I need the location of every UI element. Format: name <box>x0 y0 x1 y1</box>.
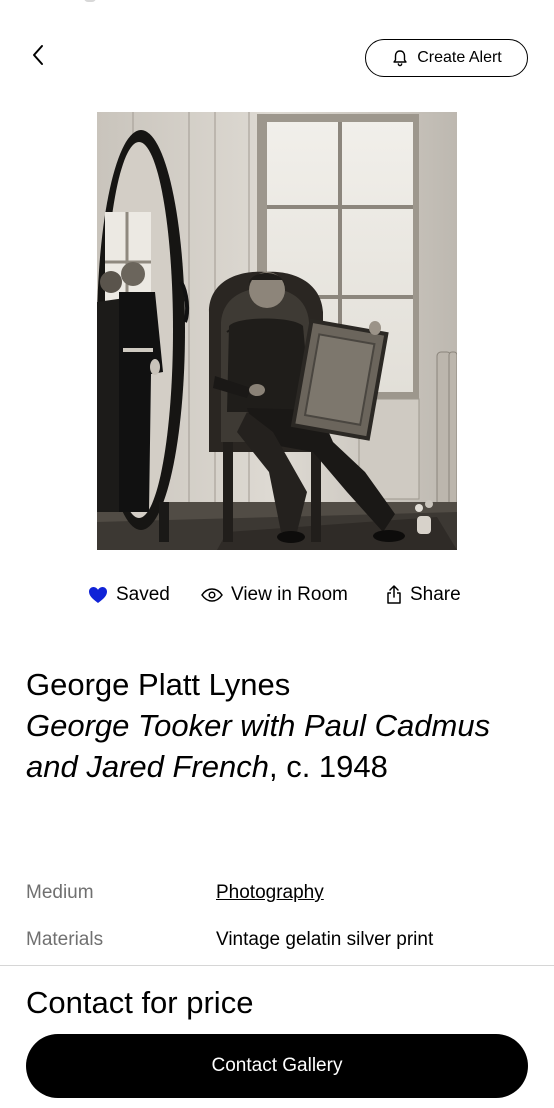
saved-label: Saved <box>116 584 170 605</box>
contact-gallery-label: Contact Gallery <box>211 1055 343 1076</box>
create-alert-label: Create Alert <box>417 49 502 66</box>
bell-icon <box>391 49 409 67</box>
price-text: Contact for price <box>26 985 254 1020</box>
saved-button[interactable]: Saved <box>88 578 170 612</box>
eye-icon <box>201 588 223 602</box>
create-alert-button[interactable]: Create Alert <box>365 39 528 77</box>
contact-gallery-button[interactable]: Contact Gallery <box>26 1034 528 1098</box>
detail-value: Vintage gelatin silver print <box>216 929 434 950</box>
view-in-room-button[interactable]: View in Room <box>201 578 348 612</box>
share-button[interactable]: Share <box>386 578 461 612</box>
status-bar-fragment <box>84 0 96 2</box>
share-label: Share <box>410 584 461 605</box>
back-button[interactable] <box>22 40 54 74</box>
artwork-image[interactable] <box>97 112 457 550</box>
detail-row-medium: Medium Photography <box>26 878 536 925</box>
detail-label: Materials <box>26 929 104 950</box>
top-bar: Create Alert <box>0 0 554 110</box>
artwork-details: Medium Photography Materials Vintage gel… <box>26 878 536 972</box>
chevron-left-icon <box>31 44 45 71</box>
artwork-photo-illustration <box>97 112 457 550</box>
bottom-purchase-bar: Contact for price Contact Gallery <box>0 965 554 1108</box>
medium-link[interactable]: Photography <box>216 882 324 904</box>
heart-icon <box>88 586 108 604</box>
artwork-actions: Saved View in Room Share <box>0 578 554 612</box>
artwork-title-block: George Platt Lynes George Tooker with Pa… <box>26 664 526 787</box>
artwork-detail-screen: Create Alert Saved View in Room Share Ge… <box>0 0 554 1108</box>
artwork-date: , c. 1948 <box>268 749 388 784</box>
artist-name[interactable]: George Platt Lynes <box>26 664 526 705</box>
artwork-title: George Tooker with Paul Cadmus and Jared… <box>26 708 491 784</box>
detail-label: Medium <box>26 882 94 903</box>
view-in-room-label: View in Room <box>231 584 348 605</box>
share-icon <box>386 585 402 605</box>
